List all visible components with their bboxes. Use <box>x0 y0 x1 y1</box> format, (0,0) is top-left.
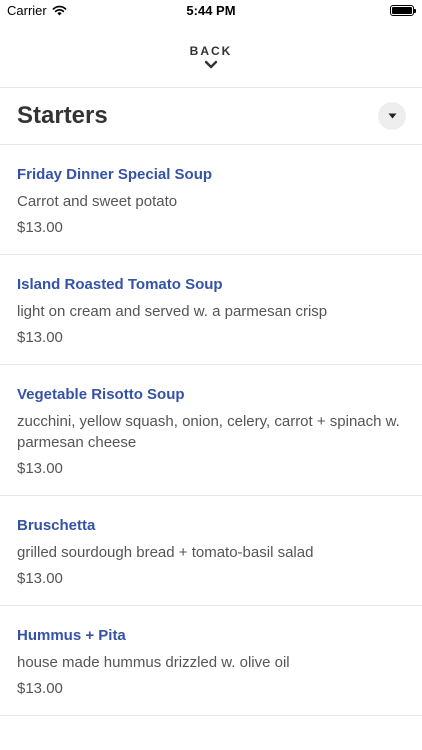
item-price: $13.00 <box>17 460 63 477</box>
item-price: $13.00 <box>17 219 63 236</box>
back-label: BACK <box>189 43 233 58</box>
item-name: Island Roasted Tomato Soup <box>17 276 223 293</box>
item-description: zucchini, yellow squash, onion, celery, … <box>17 413 400 451</box>
menu-item[interactable]: Vegetable Risotto Soup zucchini, yellow … <box>0 365 422 496</box>
section-header: Starters <box>0 88 422 145</box>
section-title: Starters <box>17 102 108 129</box>
item-price: $13.00 <box>17 680 63 697</box>
item-name: Bruschetta <box>17 517 96 534</box>
caret-down-icon <box>388 113 396 119</box>
battery-icon <box>390 5 416 16</box>
item-description: grilled sourdough bread + tomato-basil s… <box>17 544 314 561</box>
status-time: 5:44 PM <box>186 3 236 18</box>
item-name: Vegetable Risotto Soup <box>17 386 185 403</box>
item-price: $13.00 <box>17 570 63 587</box>
status-bar: Carrier 5:44 PM <box>0 0 422 22</box>
item-name: Hummus + Pita <box>17 627 126 644</box>
item-description: Carrot and sweet potato <box>17 193 178 210</box>
menu-item[interactable]: Bruschetta grilled sourdough bread + tom… <box>0 496 422 606</box>
item-name: Friday Dinner Special Soup <box>17 166 213 183</box>
item-description: light on cream and served w. a parmesan … <box>17 303 328 320</box>
menu-item[interactable]: Hummus + Pita house made hummus drizzled… <box>0 606 422 716</box>
back-button[interactable]: BACK <box>0 22 422 88</box>
item-description: house made hummus drizzled w. olive oil <box>17 654 290 671</box>
menu-item[interactable]: Island Roasted Tomato Soup light on crea… <box>0 255 422 365</box>
menu-item[interactable]: Friday Dinner Special Soup Carrot and sw… <box>0 145 422 255</box>
section-dropdown-button[interactable] <box>378 102 406 130</box>
menu-list: Friday Dinner Special Soup Carrot and sw… <box>0 145 422 716</box>
item-price: $13.00 <box>17 329 63 346</box>
chevron-down-icon <box>204 60 218 68</box>
